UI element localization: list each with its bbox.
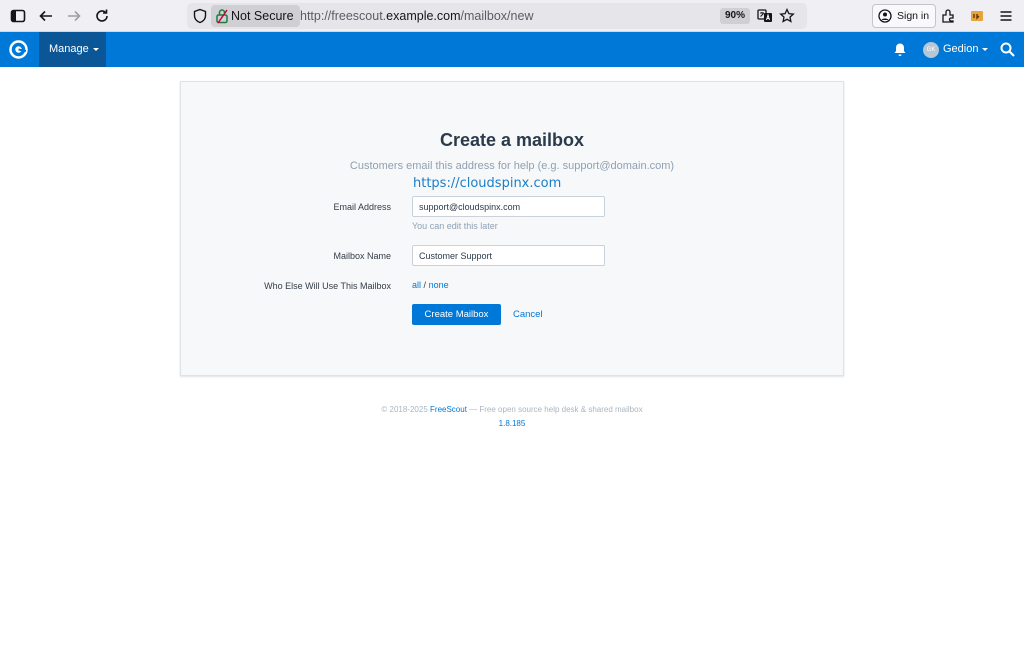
chevron-down-icon xyxy=(982,47,989,51)
bell-icon[interactable] xyxy=(893,42,907,57)
freescout-link[interactable]: FreeScout xyxy=(430,405,467,414)
shield-icon[interactable] xyxy=(192,8,208,24)
lock-icon xyxy=(215,8,229,24)
account-icon xyxy=(878,9,892,23)
chevron-down-icon xyxy=(92,47,99,51)
zoom-level-badge[interactable]: 90% xyxy=(720,8,751,24)
manage-label: Manage xyxy=(49,43,89,55)
footer-tagline: — Free open source help desk & shared ma… xyxy=(469,405,643,414)
url-text[interactable]: http://freescout.example.com/mailbox/new xyxy=(300,8,533,24)
cancel-link[interactable]: Cancel xyxy=(513,309,543,320)
mailbox-name-label: Mailbox Name xyxy=(333,251,391,261)
footer: © 2018-2025 FreeScout — Free open source… xyxy=(0,405,1024,414)
menu-icon[interactable] xyxy=(995,5,1017,27)
url-bar[interactable]: Not Secure http://freescout.example.com/… xyxy=(187,3,807,29)
extensions-icon[interactable] xyxy=(937,5,959,27)
email-help-text: You can edit this later xyxy=(412,221,498,231)
sidebar-toggle-icon[interactable] xyxy=(7,5,29,27)
user-menu[interactable]: Gedion xyxy=(943,32,989,67)
security-label: Not Secure xyxy=(231,9,294,23)
manage-menu[interactable]: Manage xyxy=(39,32,106,67)
select-all-link[interactable]: all xyxy=(412,280,421,290)
forward-arrow-icon[interactable] xyxy=(63,5,85,27)
url-path: /mailbox/new xyxy=(460,9,534,23)
url-prefix: http://freescout. xyxy=(300,9,387,23)
app-navbar: Manage GK Gedion xyxy=(0,32,1024,67)
translate-icon[interactable] xyxy=(757,8,773,24)
back-arrow-icon[interactable] xyxy=(35,5,57,27)
reload-icon[interactable] xyxy=(91,5,113,27)
create-mailbox-button[interactable]: Create Mailbox xyxy=(412,304,501,325)
email-label: Email Address xyxy=(333,202,391,212)
bookmark-star-icon[interactable] xyxy=(779,7,795,24)
security-status-badge[interactable]: Not Secure xyxy=(211,5,300,27)
user-name: Gedion xyxy=(943,43,979,55)
select-none-link[interactable]: none xyxy=(429,280,449,290)
version-footer: 1.8.185 xyxy=(0,419,1024,428)
avatar[interactable]: GK xyxy=(923,42,939,58)
copyright-text: © 2018-2025 xyxy=(381,405,428,414)
who-uses-links: all / none xyxy=(412,280,449,290)
create-mailbox-panel: Create a mailbox Customers email this ad… xyxy=(180,81,844,376)
link-separator: / xyxy=(423,280,427,290)
mailbox-name-field[interactable] xyxy=(412,245,605,266)
freescout-logo-icon[interactable] xyxy=(8,39,29,60)
page-title: Create a mailbox xyxy=(439,130,585,150)
browser-toolbar: Not Secure http://freescout.example.com/… xyxy=(0,0,1024,32)
url-domain: example.com xyxy=(386,9,461,23)
addon-icon[interactable] xyxy=(966,5,988,27)
email-field[interactable] xyxy=(412,196,605,217)
watermark-text: https://cloudspinx.com xyxy=(413,176,562,191)
sign-in-label: Sign in xyxy=(897,10,930,22)
who-uses-label: Who Else Will Use This Mailbox xyxy=(264,281,391,291)
sign-in-button[interactable]: Sign in xyxy=(872,4,937,28)
page-subtitle: Customers email this address for help (e… xyxy=(349,160,675,172)
search-icon[interactable] xyxy=(1000,42,1015,57)
version-link[interactable]: 1.8.185 xyxy=(499,419,526,428)
